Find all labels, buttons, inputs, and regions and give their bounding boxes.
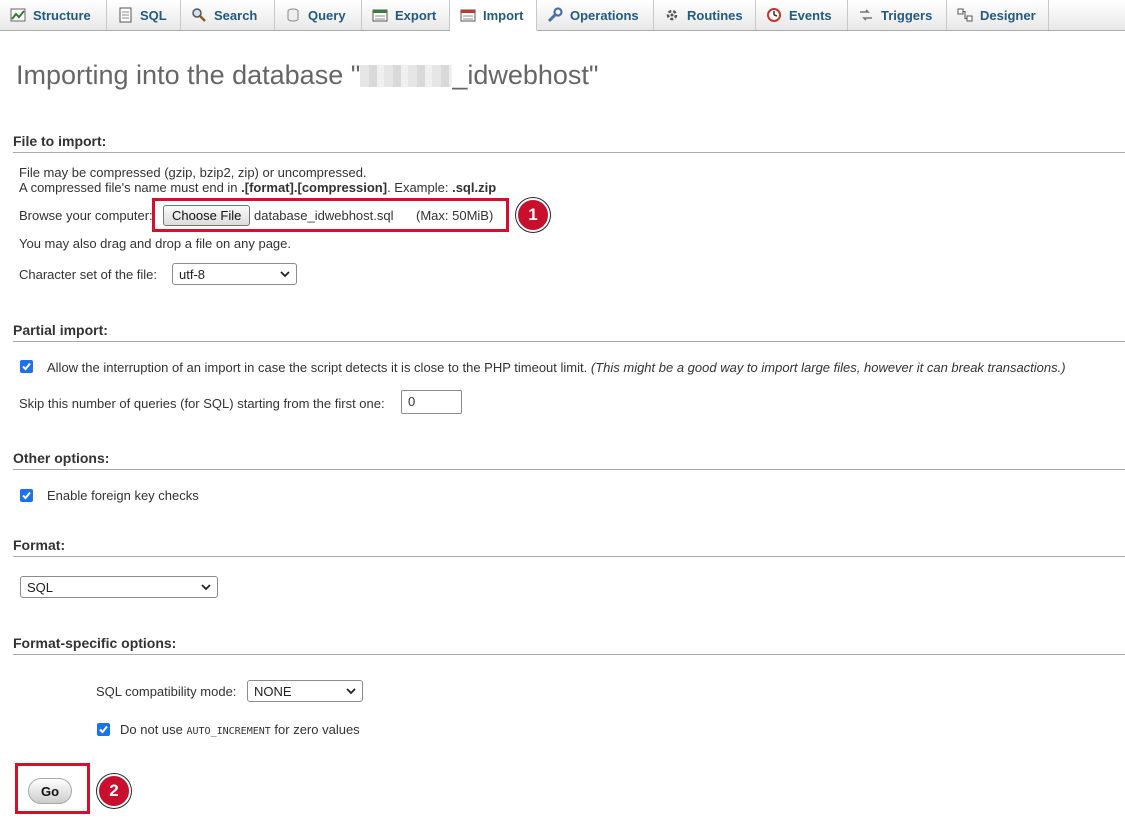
compression-note: File may be compressed (gzip, bzip2, zip… — [19, 165, 367, 180]
auto-increment-prefix: Do not use — [120, 722, 187, 737]
import-icon — [460, 9, 476, 22]
auto-increment-suffix: for zero values — [270, 722, 360, 737]
tab-triggers[interactable]: Triggers — [848, 0, 947, 30]
allow-interrupt-note: (This might be a good way to import larg… — [590, 360, 1066, 375]
sql-icon — [119, 7, 132, 23]
tab-label: SQL — [140, 7, 167, 23]
tab-label: Search — [214, 7, 258, 23]
other-options-heading: Other options: — [13, 450, 1125, 470]
charset-value: utf-8 — [179, 266, 206, 282]
query-icon — [287, 8, 299, 22]
auto-increment-checkbox[interactable] — [97, 723, 110, 736]
partial-import-heading: Partial import: — [13, 322, 1125, 342]
tab-label: Events — [789, 7, 832, 23]
allow-interrupt-label: Allow the interruption of an import in c… — [47, 360, 588, 375]
page-title-prefix: Importing into the database " — [16, 60, 361, 90]
tab-label: Routines — [687, 7, 743, 23]
tab-search[interactable]: Search — [181, 0, 275, 30]
drag-drop-note: You may also drag and drop a file on any… — [19, 236, 291, 251]
tab-import[interactable]: Import — [450, 0, 537, 31]
export-icon — [372, 9, 388, 22]
allow-interrupt-text: Allow the interruption of an import in c… — [47, 360, 1066, 375]
tab-label: Structure — [33, 7, 91, 23]
designer-icon — [957, 8, 973, 22]
charset-select[interactable]: utf-8 — [172, 263, 297, 285]
go-button[interactable]: Go — [28, 778, 72, 804]
page-title-suffix: _idwebhost" — [452, 60, 599, 90]
tab-designer[interactable]: Designer — [947, 0, 1049, 30]
chevron-down-icon — [201, 584, 211, 591]
routines-icon — [666, 9, 678, 21]
skip-queries-label: Skip this number of queries (for SQL) st… — [19, 396, 385, 411]
auto-increment-text: Do not use AUTO_INCREMENT for zero value… — [120, 722, 360, 737]
browse-label: Browse your computer: — [19, 208, 153, 223]
skip-queries-input[interactable]: 0 — [401, 390, 462, 414]
highlight-box-file — [152, 198, 509, 232]
sql-compat-label: SQL compatibility mode: — [96, 684, 237, 699]
format-heading: Format: — [13, 537, 1125, 557]
tab-events[interactable]: Events — [756, 0, 848, 30]
clock-icon — [767, 8, 781, 22]
allow-interrupt-checkbox[interactable] — [20, 360, 33, 373]
tab-structure[interactable]: Structure — [0, 0, 107, 30]
compressed-name-format: .[format].[compression] — [241, 180, 388, 195]
page-title: Importing into the database " _idwebhost" — [16, 60, 599, 91]
sql-compat-select[interactable]: NONE — [247, 680, 363, 702]
compressed-name-note: A compressed file's name must end in .[f… — [19, 180, 496, 195]
tab-label: Operations — [570, 7, 639, 23]
sql-compat-value: NONE — [254, 683, 292, 699]
tab-routines[interactable]: Routines — [654, 0, 756, 30]
triggers-icon — [860, 9, 872, 21]
format-specific-heading: Format-specific options: — [13, 635, 1125, 655]
tab-bar: Structure SQL Search Query Export Import… — [0, 0, 1125, 31]
tab-label: Query — [308, 7, 346, 23]
chevron-down-icon — [346, 688, 356, 695]
format-select[interactable]: SQL — [20, 576, 218, 598]
structure-icon — [10, 8, 26, 22]
tab-label: Designer — [980, 7, 1036, 23]
checkmark-icon — [99, 725, 108, 734]
step-marker-2: 2 — [97, 774, 131, 808]
foreign-key-label: Enable foreign key checks — [47, 488, 199, 503]
compressed-name-prefix: A compressed file's name must end in — [19, 180, 242, 195]
redacted-database-name — [360, 65, 453, 87]
file-to-import-heading: File to import: — [13, 133, 1125, 153]
compressed-name-example: .sql.zip — [452, 180, 497, 195]
checkmark-icon — [22, 491, 31, 500]
compressed-name-mid: . Example: — [387, 180, 453, 195]
tab-query[interactable]: Query — [275, 0, 362, 30]
step-marker-1: 1 — [516, 198, 550, 232]
wrench-icon — [547, 7, 563, 23]
chevron-down-icon — [280, 271, 290, 278]
tab-label: Triggers — [881, 7, 933, 23]
charset-label: Character set of the file: — [19, 267, 158, 282]
tab-operations[interactable]: Operations — [537, 0, 654, 30]
tab-export[interactable]: Export — [362, 0, 450, 30]
search-icon — [192, 8, 206, 22]
tab-label: Import — [483, 7, 524, 23]
foreign-key-checkbox[interactable] — [20, 489, 33, 502]
auto-increment-code: AUTO_INCREMENT — [186, 726, 271, 737]
checkmark-icon — [22, 362, 31, 371]
format-value: SQL — [27, 579, 54, 595]
tab-label: Export — [395, 7, 437, 23]
tab-sql[interactable]: SQL — [107, 0, 181, 30]
